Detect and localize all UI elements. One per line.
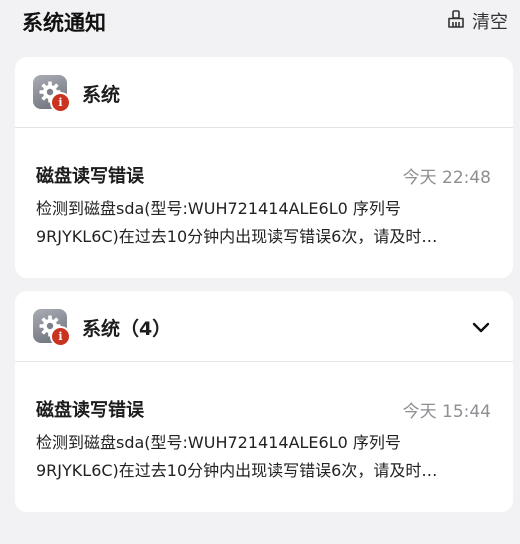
notification-title: 磁盘读写错误 <box>36 400 144 421</box>
notification-title: 磁盘读写错误 <box>36 166 144 187</box>
notification-body-line: 9RJYKL6C)在过去10分钟内出现读写错误6次，请及时… <box>36 461 438 480</box>
notification-group: i 系统 磁盘读写错误 今天 22:48 检测到磁盘sda(型号:WUH7214… <box>15 57 513 278</box>
notification-group-header: i 系统 <box>15 57 513 128</box>
system-app-icon: i <box>33 309 71 347</box>
notification-group: i 系统（4） 磁盘读写错误 今天 15:44 检测到磁盘sda(型号:WUH7… <box>15 291 513 512</box>
app-name: 系统 <box>82 84 121 106</box>
clear-all-button[interactable]: 清空 <box>446 8 508 34</box>
notification-group-header[interactable]: i 系统（4） <box>15 291 513 362</box>
notification-body[interactable]: 检测到磁盘sda(型号:WUH721414ALE6L0 序列号 9RJYKL6C… <box>36 195 494 251</box>
notification-body[interactable]: 检测到磁盘sda(型号:WUH721414ALE6L0 序列号 9RJYKL6C… <box>36 429 494 485</box>
page-title: 系统通知 <box>22 11 106 35</box>
header: 系统通知 清空 <box>0 0 520 44</box>
info-icon: i <box>50 92 71 113</box>
broom-icon <box>446 9 466 34</box>
notification-body-line: 检测到磁盘sda(型号:WUH721414ALE6L0 序列号 <box>36 199 401 218</box>
system-app-icon: i <box>33 75 71 113</box>
info-icon: i <box>50 326 71 347</box>
clear-label: 清空 <box>472 12 508 33</box>
notification-time: 今天 22:48 <box>402 168 491 188</box>
notification-body-line: 9RJYKL6C)在过去10分钟内出现读写错误6次，请及时… <box>36 227 438 246</box>
chevron-down-icon[interactable] <box>471 317 491 337</box>
notification-body-line: 检测到磁盘sda(型号:WUH721414ALE6L0 序列号 <box>36 433 401 452</box>
notification-time: 今天 15:44 <box>402 402 491 422</box>
app-name: 系统（4） <box>82 318 172 340</box>
